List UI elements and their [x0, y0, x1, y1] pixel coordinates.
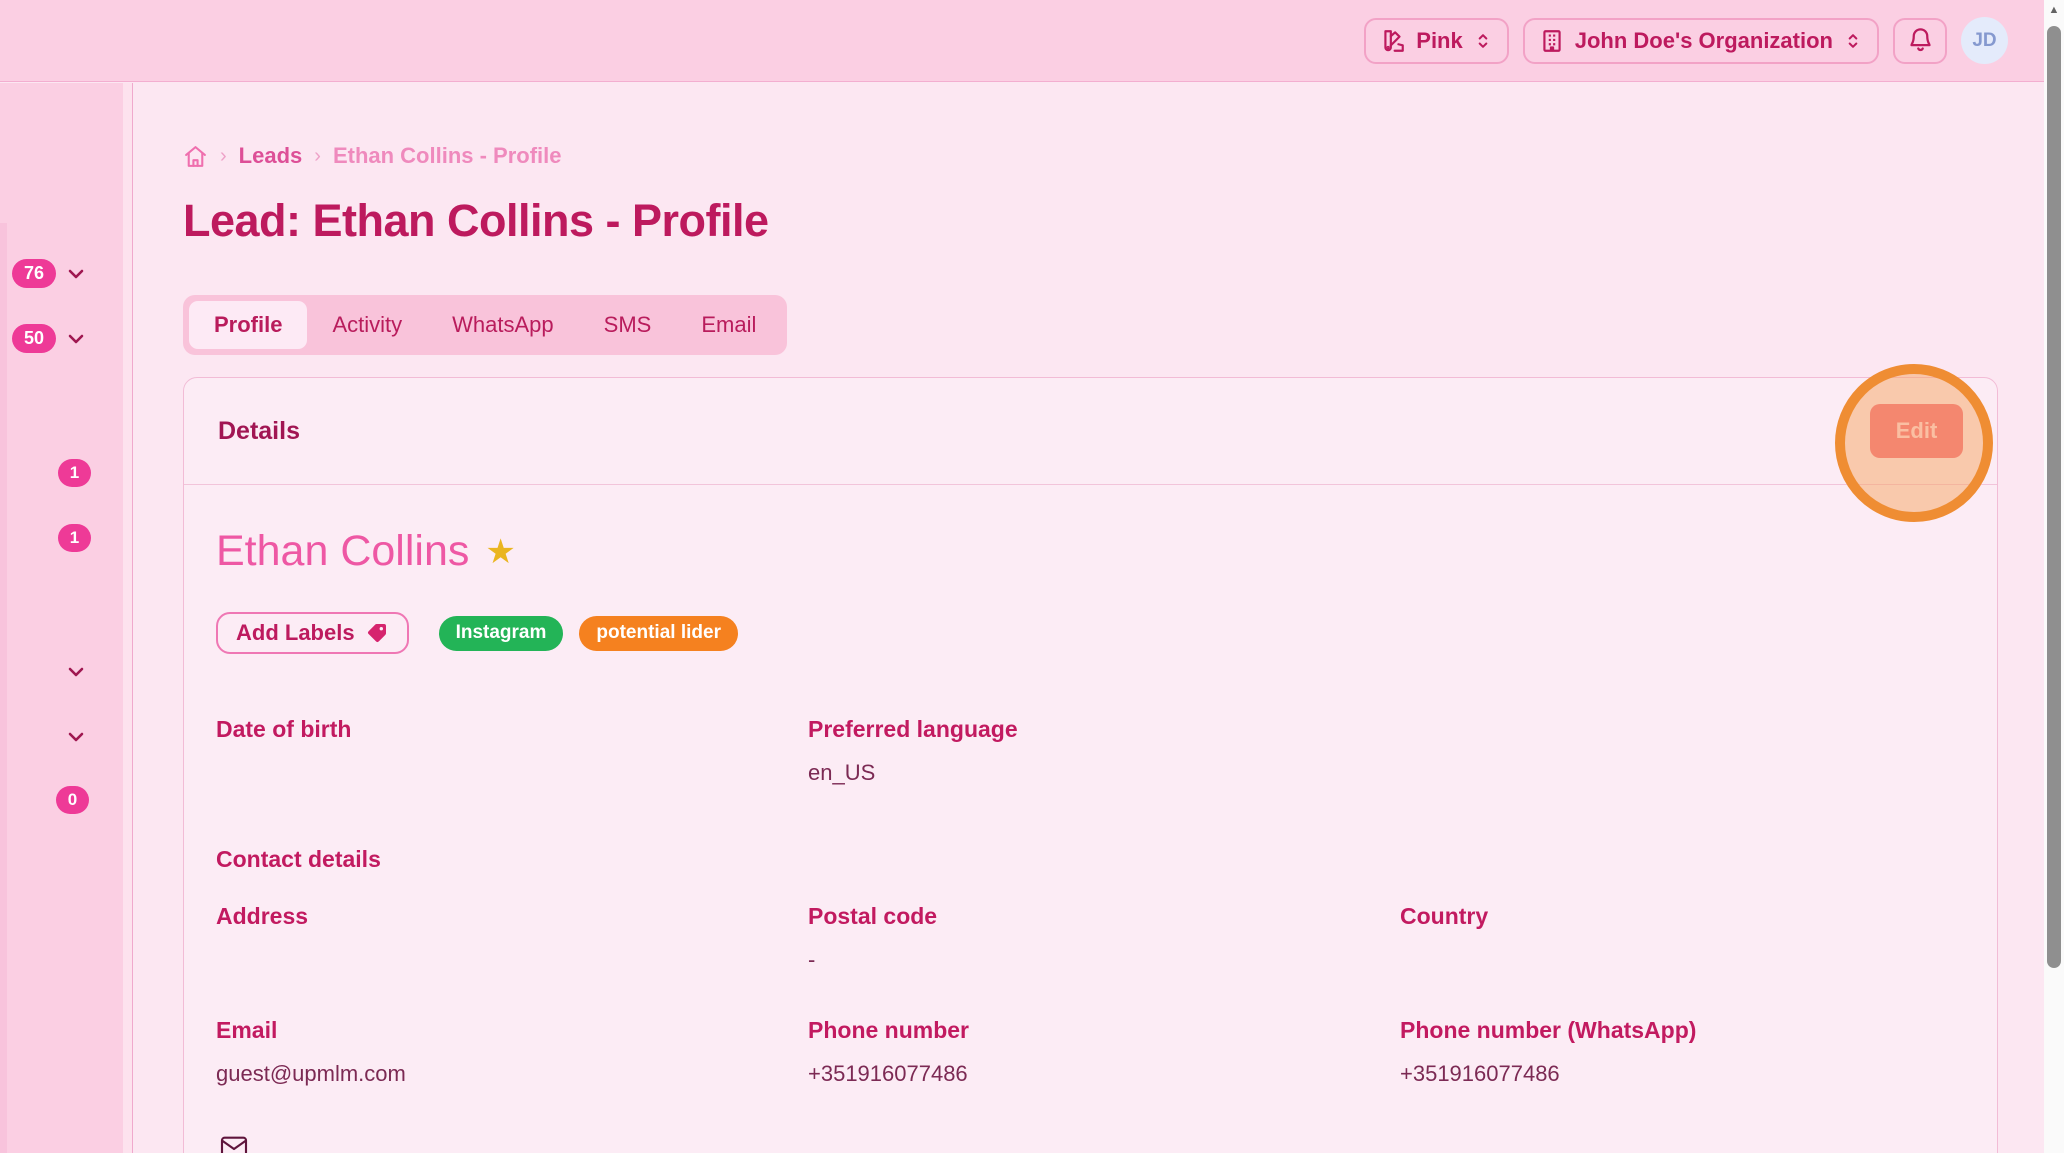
field-label: Preferred language: [808, 716, 1400, 743]
scrollbar-thumb[interactable]: [2047, 26, 2061, 968]
field-value: +351916077486: [1400, 1061, 1965, 1089]
organization-label: John Doe's Organization: [1575, 28, 1833, 54]
tab-bar: Profile Activity WhatsApp SMS Email: [183, 295, 787, 355]
breadcrumb: › Leads › Ethan Collins - Profile: [183, 143, 1998, 169]
field-value: +351916077486: [808, 1061, 1400, 1089]
theme-selector[interactable]: Pink: [1364, 18, 1508, 64]
tab-activity[interactable]: Activity: [307, 301, 427, 349]
profile-fields: Date of birth Preferred language en_US: [216, 716, 1965, 788]
field-preferred-language: Preferred language en_US: [808, 716, 1400, 788]
palette-icon: [1380, 28, 1406, 54]
chevron-updown-icon: [1843, 31, 1863, 51]
tab-sms[interactable]: SMS: [579, 301, 677, 349]
home-icon[interactable]: [183, 144, 208, 169]
scrollbar-up-arrow[interactable]: ▲: [2044, 4, 2064, 16]
field-country: Country: [1400, 903, 1965, 975]
breadcrumb-current: Ethan Collins - Profile: [333, 143, 562, 169]
contact-details-heading: Contact details: [216, 846, 1965, 873]
chevron-updown-icon: [1473, 31, 1493, 51]
theme-label: Pink: [1416, 28, 1462, 54]
field-label: Phone number (WhatsApp): [1400, 1017, 1965, 1044]
tab-email[interactable]: Email: [676, 301, 781, 349]
building-icon: [1539, 28, 1565, 54]
field-postal-code: Postal code -: [808, 903, 1400, 975]
page-title: Lead: Ethan Collins - Profile: [183, 195, 1998, 247]
chevron-down-icon[interactable]: [64, 262, 88, 291]
scrollbar[interactable]: ▲: [2044, 0, 2064, 1153]
field-value: -: [808, 947, 1400, 975]
sidebar-badge-1: 1: [58, 459, 91, 487]
field-label: Date of birth: [216, 716, 808, 743]
field-phone-whatsapp: Phone number (WhatsApp) +351916077486: [1400, 1017, 1965, 1089]
envelope-icon[interactable]: [216, 1131, 1965, 1153]
avatar[interactable]: JD: [1961, 17, 2008, 64]
topbar: Pink John Doe's Organization: [0, 0, 2064, 82]
field-value: [1400, 947, 1965, 975]
label-chip-instagram[interactable]: Instagram: [439, 616, 564, 651]
field-value: [216, 760, 808, 788]
sidebar: 76 50 1 1 0: [0, 83, 133, 1153]
lead-name: Ethan Collins: [216, 527, 469, 576]
field-date-of-birth: Date of birth: [216, 716, 808, 788]
field-label: Country: [1400, 903, 1965, 930]
chevron-down-icon[interactable]: [64, 327, 88, 356]
tag-icon: [365, 621, 389, 645]
field-address: Address: [216, 903, 808, 975]
chevron-right-icon: ›: [314, 145, 321, 168]
add-labels-label: Add Labels: [236, 620, 355, 646]
tab-whatsapp[interactable]: WhatsApp: [427, 301, 579, 349]
contact-fields-row1: Address Postal code - Country: [216, 903, 1965, 975]
details-card: Details Edit Ethan Collins ★ Add Labels: [183, 377, 1998, 1153]
field-value: en_US: [808, 760, 1400, 788]
field-label: Phone number: [808, 1017, 1400, 1044]
field-email: Email guest@upmlm.com: [216, 1017, 808, 1089]
breadcrumb-leads[interactable]: Leads: [239, 143, 303, 169]
card-title: Details: [218, 417, 300, 446]
field-label: Email: [216, 1017, 808, 1044]
field-label: Address: [216, 903, 808, 930]
bell-icon: [1907, 26, 1934, 56]
sidebar-badge-0: 0: [56, 786, 89, 814]
details-card-header: Details Edit: [184, 378, 1997, 485]
star-icon[interactable]: ★: [485, 535, 515, 569]
edit-button[interactable]: Edit: [1870, 404, 1963, 458]
chevron-right-icon: ›: [220, 145, 227, 168]
field-value: [216, 947, 808, 975]
field-phone-number: Phone number +351916077486: [808, 1017, 1400, 1089]
sidebar-badge-76: 76: [12, 259, 56, 288]
tab-profile[interactable]: Profile: [189, 301, 307, 349]
sidebar-badge-50: 50: [12, 324, 56, 353]
add-labels-button[interactable]: Add Labels: [216, 612, 409, 654]
field-value: guest@upmlm.com: [216, 1061, 808, 1089]
sidebar-badge-1: 1: [58, 524, 91, 552]
chevron-down-icon[interactable]: [64, 660, 88, 689]
notifications-button[interactable]: [1893, 18, 1947, 64]
contact-fields-row2: Email guest@upmlm.com Phone number +3519…: [216, 1017, 1965, 1089]
main-content: › Leads › Ethan Collins - Profile Lead: …: [134, 83, 2044, 1153]
labels-row: Add Labels Instagram potential lider: [216, 612, 1965, 654]
field-label: Postal code: [808, 903, 1400, 930]
details-card-body: Ethan Collins ★ Add Labels Instagram pot…: [184, 485, 1997, 1153]
organization-selector[interactable]: John Doe's Organization: [1523, 18, 1879, 64]
chevron-down-icon[interactable]: [64, 725, 88, 754]
label-chip-potential-lider[interactable]: potential lider: [579, 616, 738, 651]
